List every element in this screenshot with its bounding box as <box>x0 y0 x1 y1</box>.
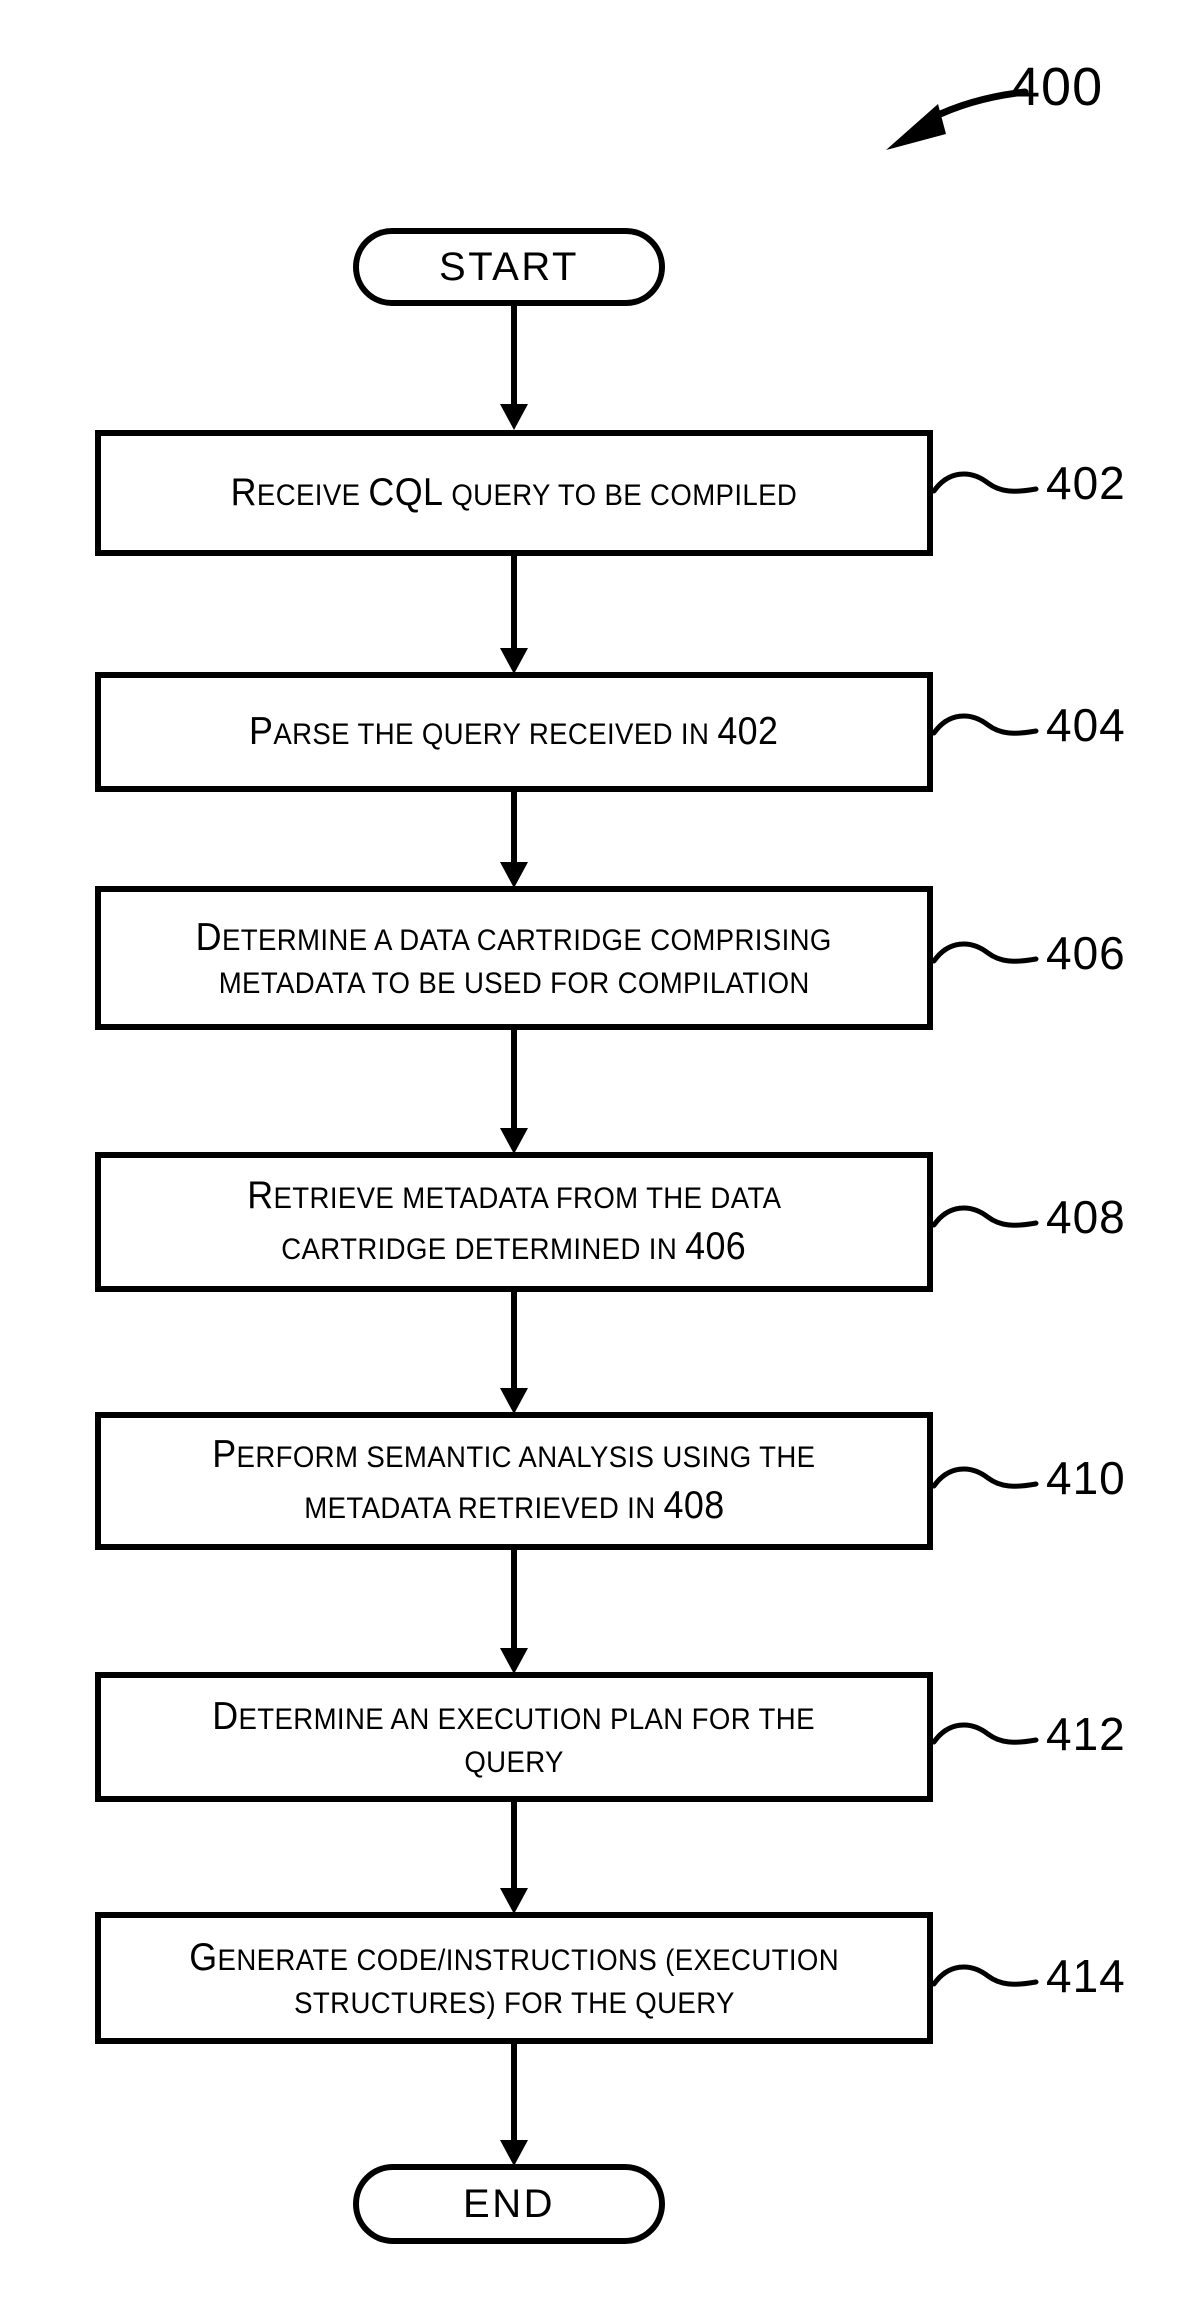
process-text-line: RECEIVE CQL QUERY TO BE COMPILED <box>230 470 798 514</box>
process-box-412: DETERMINE AN EXECUTION PLAN FOR THE QUERY <box>95 1672 933 1802</box>
callout-408-label: 408 <box>1046 1191 1126 1243</box>
process-text-line: STRUCTURES) FOR THE QUERY <box>293 1986 735 2020</box>
connector-410-to-412 <box>500 1550 528 1674</box>
callout-402: 402 <box>932 455 1126 511</box>
connector-406-to-408 <box>500 1030 528 1154</box>
process-text-line: QUERY <box>464 1745 564 1779</box>
leader-squiggle-icon <box>932 941 1039 964</box>
callout-408: 408 <box>932 1189 1126 1245</box>
leader-squiggle-icon <box>932 471 1039 494</box>
process-box-410-text: PERFORM SEMANTIC ANALYSIS USING THE METAD… <box>129 1430 899 1531</box>
process-text-line: RETRIEVE METADATA FROM THE DATA <box>246 1174 782 1218</box>
callout-412: 412 <box>932 1706 1126 1762</box>
process-text-line: CARTRIDGE DETERMINED IN 406 <box>281 1225 747 1268</box>
process-box-408-text: RETRIEVE METADATA FROM THE DATA CARTRIDGE… <box>129 1171 899 1272</box>
process-text-line: PARSE THE QUERY RECEIVED IN 402 <box>249 709 779 753</box>
connector-start-to-402 <box>500 306 528 430</box>
leader-squiggle-icon <box>932 1205 1039 1228</box>
process-box-404: PARSE THE QUERY RECEIVED IN 402 <box>95 672 933 792</box>
leader-squiggle-icon <box>932 713 1039 736</box>
leader-squiggle-icon <box>932 1964 1039 1987</box>
connector-408-to-410 <box>500 1292 528 1414</box>
process-box-408: RETRIEVE METADATA FROM THE DATA CARTRIDGE… <box>95 1152 933 1292</box>
callout-414-label: 414 <box>1046 1950 1126 2002</box>
figure-leader-curved-arrow-icon <box>886 88 1029 150</box>
process-box-406-text: DETERMINE A DATA CARTRIDGE COMPRISING MET… <box>129 913 899 1003</box>
process-box-412-text: DETERMINE AN EXECUTION PLAN FOR THE QUERY <box>129 1692 899 1782</box>
terminal-end: END <box>353 2164 665 2244</box>
callout-402-label: 402 <box>1046 457 1126 509</box>
process-box-414: GENERATE CODE/INSTRUCTIONS (EXECUTION STR… <box>95 1912 933 2044</box>
leader-squiggle-icon <box>932 1466 1039 1489</box>
process-box-410: PERFORM SEMANTIC ANALYSIS USING THE METAD… <box>95 1412 933 1550</box>
process-box-406: DETERMINE A DATA CARTRIDGE COMPRISING MET… <box>95 886 933 1030</box>
process-box-404-text: PARSE THE QUERY RECEIVED IN 402 <box>129 707 899 758</box>
figure-number: 400 <box>1010 57 1104 117</box>
connector-414-to-end <box>500 2044 528 2166</box>
process-box-402: RECEIVE CQL QUERY TO BE COMPILED <box>95 430 933 556</box>
process-text-line: DETERMINE A DATA CARTRIDGE COMPRISING <box>195 916 833 960</box>
connector-404-to-406 <box>500 792 528 888</box>
callout-406-label: 406 <box>1046 927 1126 979</box>
process-text-line: GENERATE CODE/INSTRUCTIONS (EXECUTION <box>189 1936 839 1980</box>
process-text-line: METADATA TO BE USED FOR COMPILATION <box>218 966 810 1000</box>
leader-squiggle-icon <box>932 1722 1039 1745</box>
callout-414: 414 <box>932 1948 1126 2004</box>
process-text-line: DETERMINE AN EXECUTION PLAN FOR THE <box>212 1695 816 1739</box>
terminal-start-label: START <box>439 245 579 289</box>
callout-412-label: 412 <box>1046 1708 1126 1760</box>
connector-412-to-414 <box>500 1802 528 1914</box>
patent-flowchart-figure: 400 START RECEIVE CQL QUERY TO BE COMPIL… <box>0 0 1202 2315</box>
terminal-start: START <box>353 228 665 306</box>
callout-410: 410 <box>932 1450 1126 1506</box>
process-box-414-text: GENERATE CODE/INSTRUCTIONS (EXECUTION STR… <box>129 1933 899 2023</box>
callout-404-label: 404 <box>1046 699 1126 751</box>
connector-402-to-404 <box>500 556 528 674</box>
callout-410-label: 410 <box>1046 1452 1126 1504</box>
process-text-line: METADATA RETRIEVED IN 408 <box>303 1484 725 1527</box>
process-box-402-text: RECEIVE CQL QUERY TO BE COMPILED <box>129 468 899 519</box>
callout-406: 406 <box>932 925 1126 981</box>
terminal-end-label: END <box>463 2182 555 2226</box>
process-text-line: PERFORM SEMANTIC ANALYSIS USING THE <box>212 1433 816 1477</box>
callout-404: 404 <box>932 697 1126 753</box>
